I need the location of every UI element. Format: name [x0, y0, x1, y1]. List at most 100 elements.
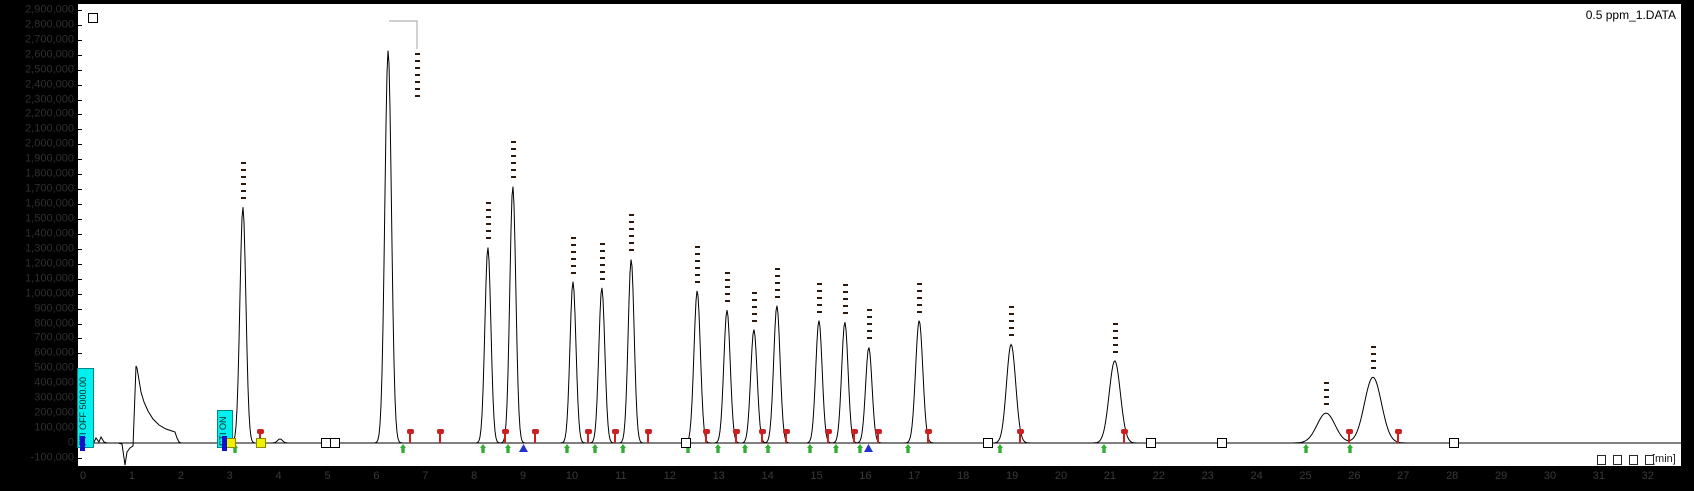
red-flag-stem	[1397, 433, 1399, 443]
missing-glyph-box	[1613, 455, 1622, 465]
y-tick-mark	[78, 159, 82, 161]
peak-retention-label-dash	[917, 289, 922, 292]
peak-retention-label-dash	[511, 141, 516, 144]
y-tick-mark	[78, 129, 82, 131]
y-tick-label: 1,100,000	[25, 272, 74, 285]
peak-retention-label-dash	[695, 273, 700, 276]
y-tick-label: 1,600,000	[25, 197, 74, 210]
peak-end-marker	[612, 429, 619, 443]
peak-retention-label-dash	[600, 263, 605, 266]
missing-glyph-box	[1597, 455, 1606, 465]
y-tick-label: 600,000	[34, 346, 74, 359]
peak-end-marker	[1017, 429, 1024, 443]
peak-end-marker	[1395, 429, 1402, 443]
peak-retention-label-dash	[571, 271, 576, 274]
x-tick-label: 7	[422, 470, 429, 482]
y-tick-label: 1,700,000	[25, 182, 74, 195]
peak-retention-label-dash	[511, 162, 516, 165]
red-flag-stem	[1123, 433, 1125, 443]
peak-end-marker	[703, 429, 710, 443]
y-tick-label: 400,000	[34, 376, 74, 389]
peak-retention-label-dash	[1371, 367, 1376, 370]
peak-retention-label-dash	[511, 148, 516, 151]
peak-end-marker	[1121, 429, 1128, 443]
peak-retention-label-dash	[1113, 336, 1118, 339]
peak-retention-label-dash	[486, 216, 491, 219]
baseline-square-marker	[1449, 438, 1459, 448]
peak-retention-label-dash	[843, 305, 848, 308]
x-tick-label: 28	[1446, 470, 1459, 482]
y-tick-mark	[78, 233, 82, 235]
x-tick-label: 5	[324, 470, 331, 482]
peak-retention-label-dash	[695, 280, 700, 283]
peak-retention-label-dash	[241, 169, 246, 172]
x-tick-label: 22	[1152, 470, 1165, 482]
peak-retention-label-dash	[241, 176, 246, 179]
peak-retention-label-dash	[1009, 306, 1014, 309]
peak-retention-label-dash	[415, 74, 420, 76]
x-tick-label: 27	[1397, 470, 1410, 482]
peak-retention-label-dash	[752, 298, 757, 301]
x-tick-label: 3	[226, 470, 233, 482]
peak-retention-label-dash	[843, 291, 848, 294]
peak-retention-label-dash	[817, 289, 822, 292]
y-tick-mark	[78, 114, 82, 116]
y-tick-label: 2,200,000	[25, 107, 74, 120]
x-tick-label: 6	[373, 470, 380, 482]
peak-retention-label-dash	[600, 249, 605, 252]
y-tick-mark	[78, 69, 82, 71]
peak-retention-label-dash	[1009, 327, 1014, 330]
peak-retention-label-dash	[629, 249, 634, 252]
peak-retention-label-dash	[775, 274, 780, 277]
peak-retention-label-dash	[511, 155, 516, 158]
peak-end-marker	[759, 429, 766, 443]
peak-end-marker	[733, 429, 740, 443]
peak-retention-label-dash	[752, 305, 757, 308]
peak-retention-label-dash	[600, 270, 605, 273]
red-flag-stem	[534, 433, 536, 443]
y-tick-label: 2,800,000	[25, 18, 74, 31]
y-tick-label: 2,300,000	[25, 93, 74, 106]
peak-retention-label-dash	[695, 266, 700, 269]
datafile-label: 0.5 ppm_1.DATA	[1585, 8, 1676, 22]
x-tick-label: 24	[1250, 470, 1263, 482]
peak-retention-label-dash	[415, 81, 420, 83]
peak-retention-label-dash	[817, 282, 822, 285]
peak-retention-label-dash	[867, 309, 872, 312]
x-tick-label: 13	[712, 470, 725, 482]
peak-retention-label-dash	[241, 197, 246, 200]
x-tick-label: 12	[663, 470, 676, 482]
y-tick-label: 700,000	[34, 331, 74, 344]
y-tick-label: 1,800,000	[25, 167, 74, 180]
peak-retention-label-dash	[917, 282, 922, 285]
peak-retention-label-dash	[867, 316, 872, 319]
peak-retention-label-dash	[241, 183, 246, 186]
red-flag-stem	[735, 433, 737, 443]
y-tick-label: 1,000,000	[25, 287, 74, 300]
x-tick-label: 2	[177, 470, 184, 482]
peak-retention-label-dash	[867, 330, 872, 333]
red-flag-stem	[853, 433, 855, 443]
peak-retention-label-dash	[867, 323, 872, 326]
x-tick-label: 23	[1201, 470, 1214, 482]
y-tick-mark	[78, 248, 82, 250]
peak-retention-label-dash	[486, 223, 491, 226]
red-flag-stem	[927, 433, 929, 443]
peak-retention-label-dash	[629, 214, 634, 217]
chromatogram-window: 0.5 ppm_1.DATA 2,900,000 2,800,000 2,700,0…	[0, 0, 1694, 491]
peak-retention-label-dash	[415, 95, 420, 97]
peak-retention-label-dash	[1371, 353, 1376, 356]
red-flag-stem	[761, 433, 763, 443]
x-tick-label: 17	[908, 470, 921, 482]
red-flag-stem	[1348, 433, 1350, 443]
peak-retention-label-dash	[486, 237, 491, 240]
y-tick-label: 2,000,000	[25, 137, 74, 150]
peak-end-marker	[825, 429, 832, 443]
peak-retention-label-dash	[752, 312, 757, 315]
peak-end-marker	[875, 429, 882, 443]
y-tick-mark	[78, 338, 82, 340]
peak-retention-label-dash	[1113, 350, 1118, 353]
y-tick-mark	[78, 323, 82, 325]
peak-retention-label-dash	[725, 279, 730, 282]
peak-retention-label-dash	[843, 298, 848, 301]
